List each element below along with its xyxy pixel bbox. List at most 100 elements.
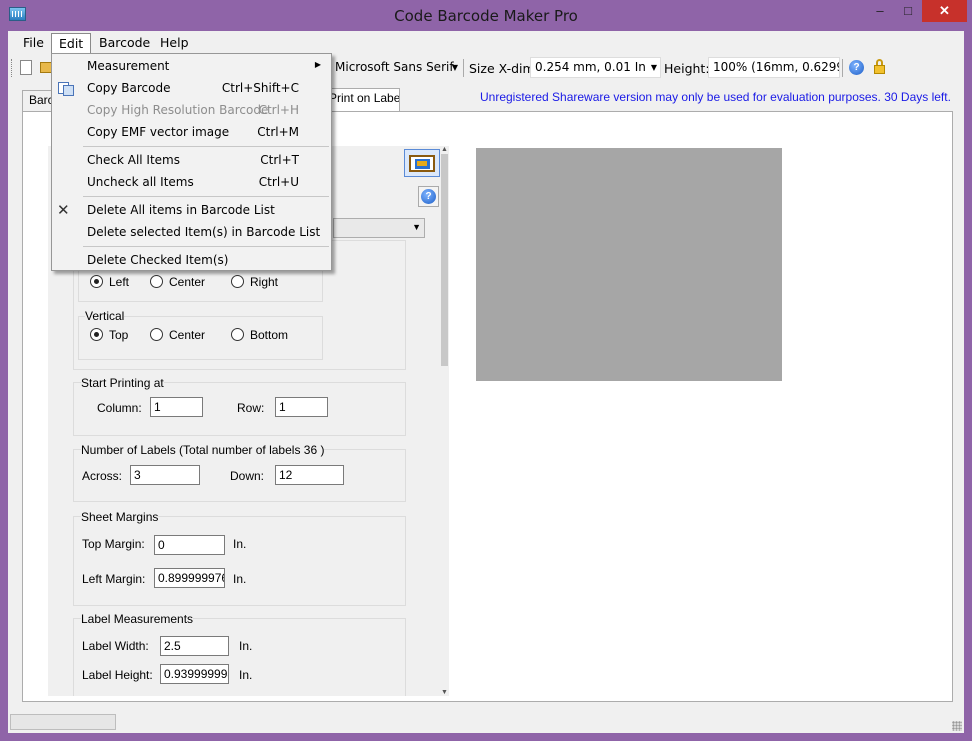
delete-x-icon: ✕ [57, 201, 70, 219]
menu-help[interactable]: Help [153, 33, 196, 53]
label-height-unit: In. [239, 668, 253, 682]
label-width-input[interactable]: 2.5 [160, 636, 229, 656]
horizontal-right-radio[interactable] [231, 275, 244, 288]
vertical-top-label: Top [109, 328, 129, 342]
toolbar-separator [842, 59, 843, 77]
horizontal-left-label: Left [109, 275, 130, 289]
menu-delete-selected-label: Delete selected Item(s) in Barcode List [87, 225, 321, 239]
panel-scrollbar[interactable]: ▲ ▼ [440, 146, 449, 696]
menu-check-all-label: Check All Items [87, 153, 180, 167]
column-input[interactable]: 1 [150, 397, 203, 417]
menu-copy-emf-label: Copy EMF vector image [87, 125, 230, 139]
vertical-center-radio[interactable] [150, 328, 163, 341]
number-of-labels-title: Number of Labels (Total number of labels… [81, 443, 325, 457]
sheet-margins-group [73, 516, 406, 606]
maximize-button[interactable]: □ [894, 0, 922, 22]
menu-copy-high-res-label: Copy High Resolution Barcode [87, 103, 269, 117]
lock-icon[interactable] [874, 59, 885, 75]
down-input[interactable]: 12 [275, 465, 344, 485]
left-margin-input[interactable]: 0.899999976 [154, 568, 225, 588]
resize-grip-icon[interactable] [952, 721, 962, 731]
minimize-button[interactable]: – [866, 0, 894, 22]
menu-separator [83, 146, 329, 147]
vertical-group-title: Vertical [85, 309, 125, 323]
menu-separator [83, 246, 329, 247]
menu-delete-all[interactable]: ✕ Delete All items in Barcode List [52, 199, 331, 221]
window-title: Code Barcode Maker Pro [394, 7, 578, 25]
horizontal-left-radio[interactable] [90, 275, 103, 288]
panel-help-button[interactable]: ? [418, 186, 439, 207]
label-measurements-title: Label Measurements [81, 612, 194, 626]
vertical-bottom-label: Bottom [250, 328, 289, 342]
edit-menu-dropdown: Measurement ▶ Copy Barcode Ctrl+Shift+C … [51, 53, 332, 271]
scroll-down-icon[interactable]: ▼ [440, 689, 449, 696]
tab-print-on-label[interactable]: Print on Label [322, 88, 400, 111]
label-measurements-group [73, 618, 406, 696]
menu-delete-checked-label: Delete Checked Item(s) [87, 253, 229, 267]
label-width-label: Label Width: [82, 639, 149, 653]
font-select[interactable]: Microsoft Sans Serif ▼ [330, 57, 462, 78]
scroll-thumb[interactable] [441, 154, 448, 366]
menu-uncheck-all[interactable]: Uncheck all Items Ctrl+U [52, 171, 331, 193]
size-xdim-label: Size X-dim [469, 61, 535, 76]
toolbar-grip [11, 59, 13, 77]
menu-copy-high-res-shortcut: Ctrl+H [258, 103, 299, 117]
horizontal-right-label: Right [250, 275, 279, 289]
menu-bar: File Edit Barcode Help [8, 31, 964, 53]
vertical-top-radio[interactable] [90, 328, 103, 341]
label-preview [476, 148, 782, 381]
label-width-unit: In. [239, 639, 253, 653]
menu-barcode[interactable]: Barcode [92, 33, 157, 53]
scroll-up-icon[interactable]: ▲ [440, 146, 449, 153]
menu-delete-all-label: Delete All items in Barcode List [87, 203, 275, 217]
menu-copy-emf[interactable]: Copy EMF vector image Ctrl+M [52, 121, 331, 143]
menu-delete-selected[interactable]: Delete selected Item(s) in Barcode List [52, 221, 331, 243]
height-select[interactable]: 100% (16mm, 0.6299 I [708, 57, 840, 78]
submenu-arrow-icon: ▶ [314, 60, 321, 69]
height-value: 100% (16mm, 0.6299 I [713, 60, 840, 74]
top-margin-input[interactable]: 0 [154, 535, 225, 555]
close-button[interactable]: ✕ [922, 0, 967, 22]
menu-uncheck-all-label: Uncheck all Items [87, 175, 194, 189]
start-printing-title: Start Printing at [81, 376, 164, 390]
copy-icon [58, 82, 74, 96]
column-label: Column: [97, 401, 142, 415]
vertical-bottom-radio[interactable] [231, 328, 244, 341]
row-label: Row: [237, 401, 265, 415]
horizontal-center-radio[interactable] [150, 275, 163, 288]
across-input[interactable]: 3 [130, 465, 200, 485]
row-input[interactable]: 1 [275, 397, 328, 417]
label-type-select[interactable]: ▼ [333, 218, 425, 238]
font-select-value: Microsoft Sans Serif [335, 60, 454, 74]
menu-copy-high-res[interactable]: Copy High Resolution Barcode Ctrl+H [52, 99, 331, 121]
menu-uncheck-all-shortcut: Ctrl+U [258, 175, 299, 189]
across-label: Across: [82, 469, 123, 483]
label-height-input[interactable]: 0.939999998 [160, 664, 229, 684]
menu-check-all[interactable]: Check All Items Ctrl+T [52, 149, 331, 171]
title-bar: Code Barcode Maker Pro – □ ✕ [0, 0, 972, 31]
menu-copy-barcode[interactable]: Copy Barcode Ctrl+Shift+C [52, 77, 331, 99]
top-margin-label: Top Margin: [82, 537, 145, 551]
status-cell [10, 714, 116, 730]
menu-delete-checked[interactable]: Delete Checked Item(s) [52, 249, 331, 271]
menu-file[interactable]: File [16, 33, 51, 53]
menu-measurement-label: Measurement [87, 59, 170, 73]
size-xdim-value: 0.254 mm, 0.01 In [535, 60, 646, 74]
menu-separator [83, 196, 329, 197]
down-label: Down: [230, 469, 265, 483]
menu-edit[interactable]: Edit [51, 33, 92, 53]
height-label: Height: [664, 61, 710, 76]
menu-check-all-shortcut: Ctrl+T [260, 153, 299, 167]
menu-copy-emf-shortcut: Ctrl+M [257, 125, 299, 139]
vertical-center-label: Center [169, 328, 206, 342]
status-bar [8, 711, 964, 733]
new-file-icon[interactable] [20, 60, 32, 75]
left-margin-unit: In. [233, 572, 247, 586]
menu-copy-barcode-label: Copy Barcode [87, 81, 171, 95]
preview-film-button[interactable] [404, 149, 440, 177]
help-icon: ? [421, 189, 436, 204]
menu-measurement[interactable]: Measurement ▶ [52, 55, 331, 77]
size-xdim-select[interactable]: 0.254 mm, 0.01 In ▼ [530, 57, 661, 78]
menu-copy-barcode-shortcut: Ctrl+Shift+C [221, 81, 299, 95]
help-icon[interactable]: ? [849, 60, 864, 75]
